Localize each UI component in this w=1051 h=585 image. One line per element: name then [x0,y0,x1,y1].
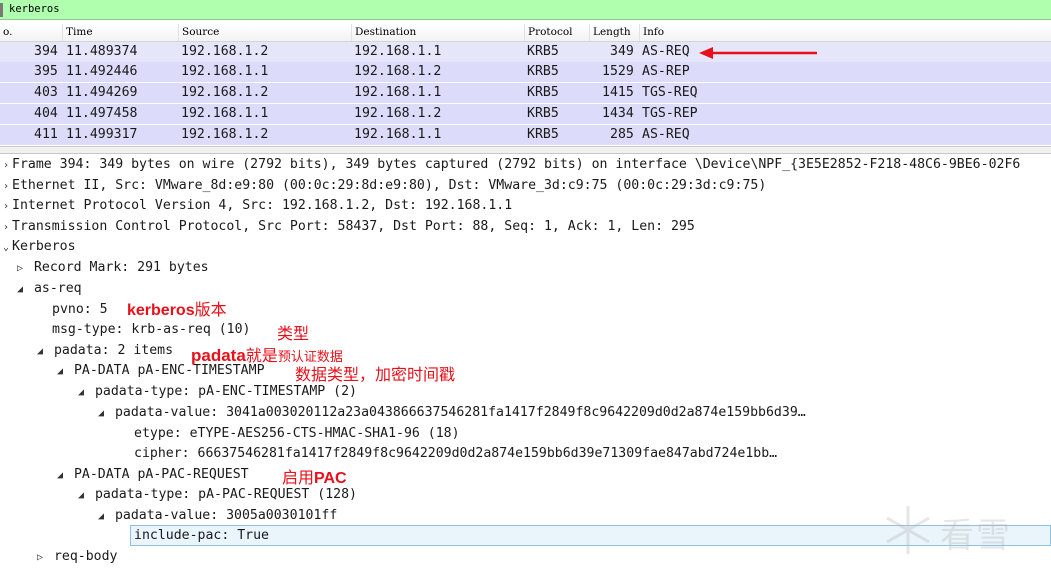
expand-icon[interactable]: › [0,217,12,238]
packet-row[interactable]: 395 11.492446 192.168.1.1 192.168.1.2 KR… [0,62,1051,82]
watermark-text: 看雪 [940,516,1012,556]
packet-time: 11.499317 [66,127,138,142]
packet-source: 192.168.1.2 [181,44,269,59]
packet-list-header: o. Time Source Destination Protocol Leng… [0,24,1051,42]
packet-protocol: KRB5 [527,85,559,100]
packet-source: 192.168.1.2 [181,85,269,100]
column-header-source[interactable]: Source [178,24,351,41]
packet-info: TGS-REP [642,106,698,121]
collapse-icon[interactable]: ◢ [54,465,66,486]
packet-row[interactable]: 411 11.499317 192.168.1.2 192.168.1.1 KR… [0,125,1051,145]
column-header-protocol[interactable]: Protocol [524,24,589,41]
tree-item-padata-value-pac[interactable]: ◢ padata-value: 3005a0030101ff [95,505,337,526]
packet-no: 394 [34,44,58,59]
expand-icon[interactable]: › [0,196,12,217]
tree-item-etype[interactable]: etype: eTYPE-AES256-CTS-HMAC-SHA1-96 (18… [134,423,460,444]
packet-destination: 192.168.1.2 [354,106,442,121]
red-arrow-annotation [699,47,817,59]
display-filter-bar[interactable]: kerberos [0,0,1051,20]
packet-source: 192.168.1.1 [181,64,269,79]
packet-destination: 192.168.1.1 [354,127,442,142]
tree-item-record-mark[interactable]: ▷ Record Mark: 291 bytes [14,257,209,278]
tree-item-padata[interactable]: ◢ padata: 2 items [34,340,173,361]
annotation-msg-type: 类型 [277,326,310,343]
pane-splitter[interactable] [0,146,1051,154]
packet-length: 1415 [602,85,634,100]
packet-no: 404 [34,106,58,121]
packet-time: 11.494269 [66,85,138,100]
packet-time: 11.489374 [66,44,138,59]
display-filter-input[interactable]: kerberos [9,3,60,15]
tree-item-as-req[interactable]: ◢ as-req [14,278,82,299]
filter-bookmark-icon[interactable] [0,3,3,17]
packet-destination: 192.168.1.1 [354,44,442,59]
collapse-icon[interactable]: ◢ [75,382,87,403]
packet-length: 285 [610,127,634,142]
packet-source: 192.168.1.1 [181,106,269,121]
packet-protocol: KRB5 [527,44,559,59]
packet-row[interactable]: 404 11.497458 192.168.1.1 192.168.1.2 KR… [0,104,1051,124]
collapse-icon[interactable]: ◢ [95,506,107,527]
packet-time: 11.492446 [66,64,138,79]
tree-item-req-body[interactable]: ▷ req-body [34,546,118,568]
tree-item-kerberos[interactable]: ⌄ Kerberos [0,236,76,257]
tree-item-pvno[interactable]: pvno: 5 [52,299,108,320]
collapse-icon[interactable]: ◢ [34,341,46,362]
packet-time: 11.497458 [66,106,138,121]
packet-info: AS-REQ [642,127,690,142]
column-header-info[interactable]: Info [639,24,1051,41]
tree-item-tcp[interactable]: › Transmission Control Protocol, Src Port… [0,216,695,237]
expand-icon[interactable]: › [0,155,12,176]
packet-length: 349 [610,44,634,59]
tree-item-cipher[interactable]: cipher: 66637546281fa1417f2849f8c9642209… [134,443,777,464]
column-header-time[interactable]: Time [62,24,178,41]
tree-item-pa-pac-request[interactable]: ◢ PA-DATA pA-PAC-REQUEST [54,464,249,485]
packet-protocol: KRB5 [527,127,559,142]
packet-info: AS-REQ [642,44,690,59]
packet-length: 1434 [602,106,634,121]
annotation-pvno: kerberos版本 [127,302,227,319]
column-header-no[interactable]: o. [0,24,62,41]
tree-item-include-pac[interactable]: include-pac: True [134,525,269,546]
packet-protocol: KRB5 [527,64,559,79]
annotation-pac: 启用PAC [282,470,347,487]
snowflake-icon [886,506,930,554]
packet-no: 395 [34,64,58,79]
tree-item-padata-value[interactable]: ◢ padata-value: 3041a003020112a23a043866… [95,402,806,423]
packet-no: 403 [34,85,58,100]
column-header-destination[interactable]: Destination [351,24,524,41]
packet-no: 411 [34,127,58,142]
expand-icon[interactable]: › [0,176,12,197]
packet-destination: 192.168.1.1 [354,85,442,100]
packet-source: 192.168.1.2 [181,127,269,142]
column-header-length[interactable]: Length [589,24,639,41]
collapse-icon[interactable]: ◢ [54,361,66,382]
collapse-icon[interactable]: ◢ [75,485,87,506]
packet-protocol: KRB5 [527,106,559,121]
tree-item-ethernet[interactable]: › Ethernet II, Src: VMware_8d:e9:80 (00:0… [0,175,766,196]
collapse-icon[interactable]: ◢ [14,279,26,300]
packet-length: 1529 [602,64,634,79]
packet-info: AS-REP [642,64,690,79]
collapse-icon[interactable]: ◢ [95,403,107,424]
watermark-logo: 看雪 [880,500,1040,560]
packet-info: TGS-REQ [642,85,698,100]
packet-row[interactable]: 394 11.489374 192.168.1.2 192.168.1.1 KR… [0,42,1051,62]
packet-destination: 192.168.1.2 [354,64,442,79]
tree-item-msg-type[interactable]: msg-type: krb-as-req (10) [52,319,251,340]
collapse-icon[interactable]: ⌄ [0,237,12,258]
tree-item-frame[interactable]: › Frame 394: 349 bytes on wire (2792 bits… [0,154,1020,175]
annotation-timestamp: 数据类型，加密时间戳 [295,367,456,384]
packet-row[interactable]: 403 11.494269 192.168.1.2 192.168.1.1 KR… [0,83,1051,103]
tree-item-ipv4[interactable]: › Internet Protocol Version 4, Src: 192.1… [0,195,512,216]
expand-icon[interactable]: ▷ [34,547,46,568]
expand-icon[interactable]: ▷ [14,258,26,279]
